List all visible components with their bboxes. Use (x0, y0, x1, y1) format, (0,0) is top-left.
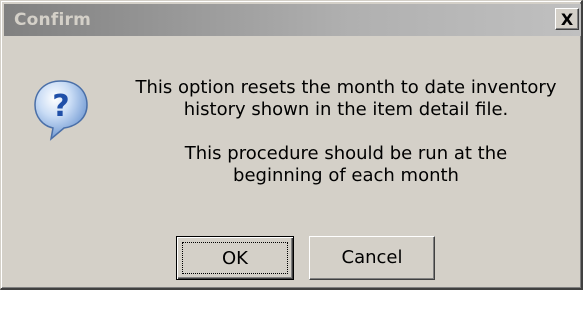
message-line: beginning of each month (233, 165, 459, 186)
ok-button[interactable]: OK (176, 236, 294, 280)
close-icon: X (560, 9, 574, 29)
confirm-dialog: Confirm X ? This option resets the month… (0, 0, 583, 290)
cancel-button[interactable]: Cancel (309, 236, 435, 280)
question-mark-glyph: ? (52, 89, 69, 124)
dialog-title: Confirm (14, 10, 91, 30)
ok-button-label: OK (182, 242, 288, 274)
close-button[interactable]: X (555, 8, 579, 30)
message-line: This option resets the month to date inv… (135, 77, 557, 98)
message-text: This option resets the month to date inv… (111, 77, 581, 187)
title-bar[interactable]: Confirm X (4, 4, 581, 36)
message-line: This procedure should be run at the (184, 143, 508, 164)
question-icon: ? (33, 79, 89, 143)
message-line: history shown in the item detail file. (183, 99, 509, 120)
question-icon-graphic: ? (34, 80, 88, 141)
